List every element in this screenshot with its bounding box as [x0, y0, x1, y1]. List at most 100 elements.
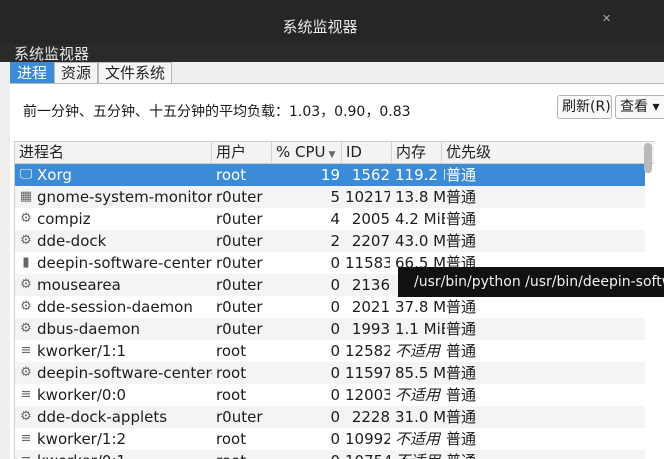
process-memory: 不适用 — [395, 386, 441, 404]
refresh-button[interactable]: 刷新(R) — [557, 95, 612, 119]
process-user: r0uter — [216, 188, 263, 206]
table-row[interactable]: ⚙ deepin-software-center-b root 0 11597 85.5 … — [15, 362, 645, 384]
process-cpu: 5 — [330, 188, 340, 206]
process-cpu: 0 — [330, 364, 340, 382]
vertical-scrollbar[interactable] — [644, 143, 652, 173]
process-name: dde-dock — [37, 232, 107, 250]
table-row[interactable]: ⚙ dde-dock r0uter 2 2207 43.0 M 普通 — [15, 230, 645, 252]
process-cpu: 0 — [330, 320, 340, 338]
process-priority: 普通 — [446, 408, 477, 426]
column-header-memory[interactable]: 内存 — [392, 142, 442, 164]
view-menu-button[interactable]: 查看 ▾ — [615, 95, 664, 119]
table-header: 进程名 用户 % CPU ▼ ID 内存 优先级 — [15, 142, 654, 164]
process-id: 1562 — [351, 166, 390, 184]
process-id: 2228 — [351, 408, 390, 426]
process-id: 10754 — [345, 450, 390, 459]
process-icon: ▮ — [22, 255, 30, 270]
process-priority: 普通 — [446, 364, 477, 382]
process-name: compiz — [37, 210, 91, 228]
process-memory: 43.0 M — [395, 232, 445, 250]
process-memory: 37.8 M — [395, 298, 445, 316]
process-icon: ⚙ — [20, 321, 32, 336]
process-name: kworker/0:0 — [37, 386, 127, 404]
process-cpu: 0 — [274, 450, 340, 459]
process-user: r0uter — [216, 254, 263, 272]
process-priority: 普通 — [446, 188, 477, 206]
process-icon: ⚙ — [20, 211, 32, 226]
process-name: deepin-software-center-b — [37, 364, 212, 382]
close-icon[interactable]: ✕ — [602, 13, 612, 24]
process-user: r0uter — [216, 210, 263, 228]
process-user: root — [216, 386, 247, 404]
column-header-cpu[interactable]: % CPU ▼ — [272, 142, 342, 164]
process-name: deepin-software-center — [37, 254, 212, 272]
process-name: kworker/1:1 — [37, 342, 127, 360]
title-bar: 系统监视器 ✕ — [0, 0, 664, 44]
process-id: 10217 — [345, 188, 390, 206]
process-id: 2005 — [351, 210, 390, 228]
process-icon: ≡ — [20, 431, 32, 446]
process-id: 11583 — [345, 254, 390, 272]
process-cpu: 0 — [330, 386, 340, 404]
column-header-user[interactable]: 用户 — [212, 142, 272, 164]
tab-resources[interactable]: 资源 — [54, 62, 99, 84]
process-icon: ▦ — [19, 189, 33, 204]
table-row[interactable]: ⚙ compiz r0uter 4 2005 4.2 MiB普通 — [15, 208, 645, 230]
process-cpu: 2 — [330, 232, 340, 250]
process-user: root — [216, 166, 247, 184]
process-priority: 普通 — [446, 320, 477, 338]
tab-filesystems[interactable]: 文件系统 — [98, 62, 173, 84]
process-user: root — [216, 342, 247, 360]
column-header-id[interactable]: ID — [342, 142, 392, 164]
process-id: 2136 — [351, 276, 390, 294]
process-icon: ⚙ — [20, 299, 32, 314]
process-id: 2207 — [351, 232, 390, 250]
process-cpu: 19 — [320, 166, 340, 184]
process-memory: 13.8 M — [395, 188, 445, 206]
window-title: 系统监视器 — [282, 18, 358, 36]
process-priority: 普通 — [446, 450, 496, 459]
table-row[interactable]: 🖵 Xorg root 19 1562 119.2 M普通 — [15, 164, 645, 186]
process-priority: 普通 — [446, 166, 477, 184]
process-icon: ⚙ — [20, 277, 32, 292]
process-name: Xorg — [37, 166, 72, 184]
sort-descending-icon: ▼ — [328, 150, 336, 160]
process-cpu: 0 — [330, 298, 340, 316]
process-cpu: 0 — [330, 276, 340, 294]
main-window: 进程 资源 文件系统 前一分钟、五分钟、十五分钟的平均负载：1.03，0.90，… — [0, 62, 664, 459]
process-icon: ≡ — [19, 454, 33, 459]
process-cpu: 0 — [330, 408, 340, 426]
command-tooltip: /usr/bin/python /usr/bin/deepin-software… — [398, 267, 664, 297]
app-menu-title: 系统监视器 — [14, 45, 90, 63]
tab-bar: 进程 资源 文件系统 — [10, 62, 173, 84]
process-user: root — [216, 364, 247, 382]
process-user: r0uter — [216, 320, 263, 338]
process-cpu: 0 — [330, 342, 340, 360]
process-id: 12003 — [345, 386, 390, 404]
table-row[interactable]: ⚙ dde-session-daemon r0uter 0 2021 37.8 M 普通 — [15, 296, 645, 318]
table-row[interactable]: ≡ kworker/1:1 root 0 12582 不适用 普通 — [15, 340, 645, 362]
table-row[interactable]: ⚙ dde-dock-applets r0uter 0 2228 31.0 M 普通 — [15, 406, 645, 428]
process-icon: ⚙ — [20, 365, 32, 380]
process-id: 10992 — [345, 430, 390, 448]
column-header-name[interactable]: 进程名 — [15, 142, 212, 164]
process-name: mousearea — [37, 276, 121, 294]
process-memory: 4.2 MiB — [395, 210, 445, 228]
table-row[interactable]: ≡ kworker/1:2 root 0 10992 不适用 普通 — [15, 428, 645, 450]
process-name: dde-session-daemon — [37, 298, 193, 316]
process-user: r0uter — [216, 276, 263, 294]
process-priority: 普通 — [446, 298, 477, 316]
process-memory: 不适用 — [395, 450, 445, 459]
table-row[interactable]: ▦ gnome-system-monitor r0uter 5 10217 13.8 M普… — [15, 186, 645, 208]
process-priority: 普通 — [446, 386, 477, 404]
process-icon: ≡ — [20, 387, 32, 402]
table-row[interactable]: ≡ kworker/0:0 root 0 12003 不适用 普通 — [15, 384, 645, 406]
process-priority: 普通 — [446, 430, 477, 448]
process-table: 进程名 用户 % CPU ▼ ID 内存 优先级 🖵 Xorg root 19 1562 1… — [14, 141, 654, 459]
tab-processes[interactable]: 进程 — [10, 62, 55, 84]
process-id: 1993 — [351, 320, 390, 338]
column-header-priority[interactable]: 优先级 — [442, 142, 654, 164]
table-row[interactable]: ≡ kworker/0:1 root0 10754 不适用普通 — [15, 450, 645, 459]
process-user: root — [216, 430, 247, 448]
table-row[interactable]: ⚙ dbus-daemon r0uter 0 1993 1.1 MiB普通 — [15, 318, 645, 340]
